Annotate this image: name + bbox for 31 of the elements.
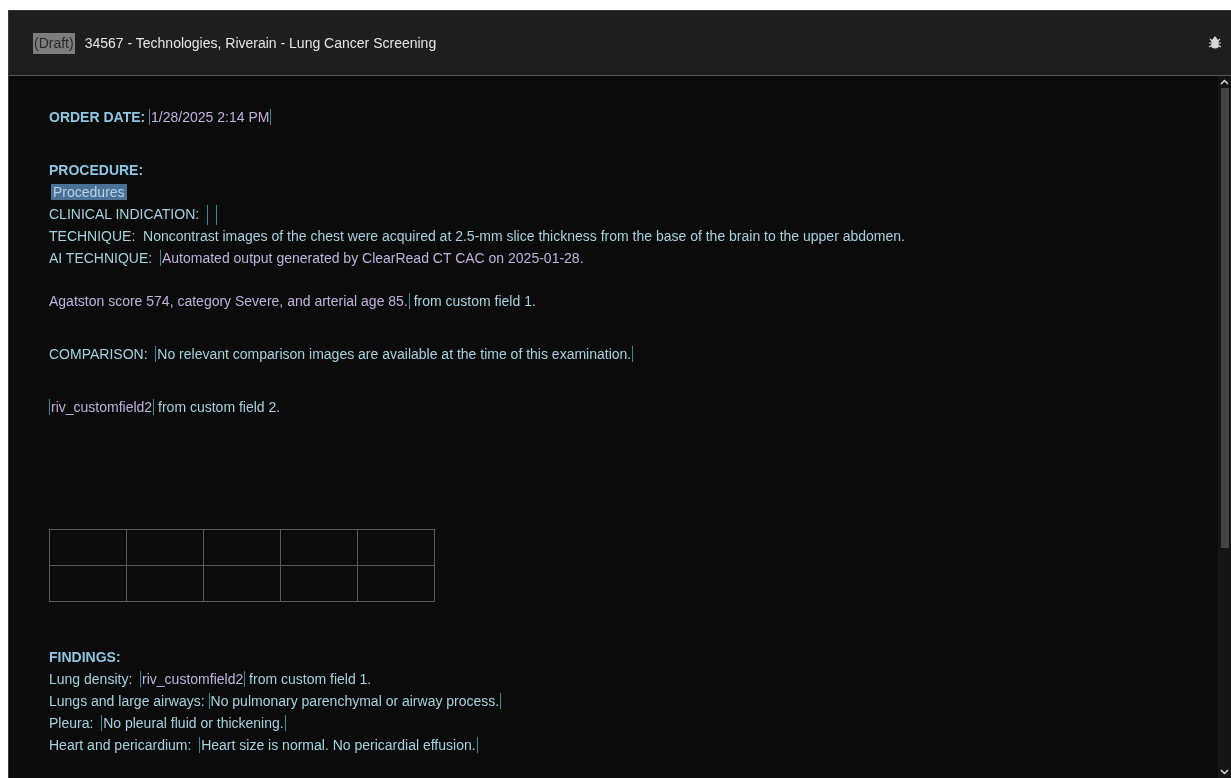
report-text: from custom field 1. <box>412 293 536 309</box>
report-field[interactable]: No pulmonary parenchymal or airway process. <box>208 693 502 709</box>
report-text: Lung density: <box>49 671 134 687</box>
report-text: from custom field 1. <box>248 671 372 687</box>
report-text: Heart and pericardium: <box>49 737 193 753</box>
draft-badge: (Draft) <box>33 32 75 54</box>
window-title: 34567 - Technologies, Riverain - Lung Cancer Screening <box>84 33 437 53</box>
report-field[interactable]: No relevant comparison images are available at the time of this examination. <box>155 346 634 362</box>
report-field[interactable]: 1/28/2025 2:14 PM <box>149 109 272 125</box>
report-field[interactable]: No pleural fluid or thickening. <box>101 715 286 731</box>
report-text: from custom field 2. <box>157 399 281 415</box>
report-field[interactable]: riv_customfield2 <box>49 399 155 415</box>
report-field[interactable]: Agatston score 574, category Severe, and arterial age 85. <box>49 293 410 309</box>
empty-table[interactable] <box>49 529 435 602</box>
empty-field[interactable] <box>206 205 217 226</box>
bug-icon[interactable] <box>1209 36 1221 50</box>
section-heading: PROCEDURE: <box>49 162 144 178</box>
report-field[interactable]: Automated output generated by ClearRead CT CAC on 2025-01-28. <box>160 250 584 266</box>
report-text: Lungs and large airways: <box>49 693 206 709</box>
report-text: CLINICAL INDICATION: <box>49 206 201 222</box>
report-field[interactable]: Heart size is normal. No pericardial effusion. <box>199 737 478 753</box>
report-text: Pleura: <box>49 715 95 731</box>
scroll-up-icon[interactable] <box>1220 79 1229 85</box>
section-heading: ORDER DATE: <box>49 109 147 125</box>
report-text: COMPARISON: <box>49 346 149 362</box>
section-heading: FINDINGS: <box>49 649 121 665</box>
report-text: TECHNIQUE: Noncontrast images of the chest were acquired at 2.5-mm slice thickness from the base of the brain to the upper abdomen. <box>49 228 905 244</box>
scroll-down-icon[interactable] <box>1220 769 1229 775</box>
report-field[interactable]: riv_customfield2 <box>140 671 246 687</box>
report-text: AI TECHNIQUE: <box>49 250 154 266</box>
scrollbar[interactable] <box>1218 76 1231 778</box>
